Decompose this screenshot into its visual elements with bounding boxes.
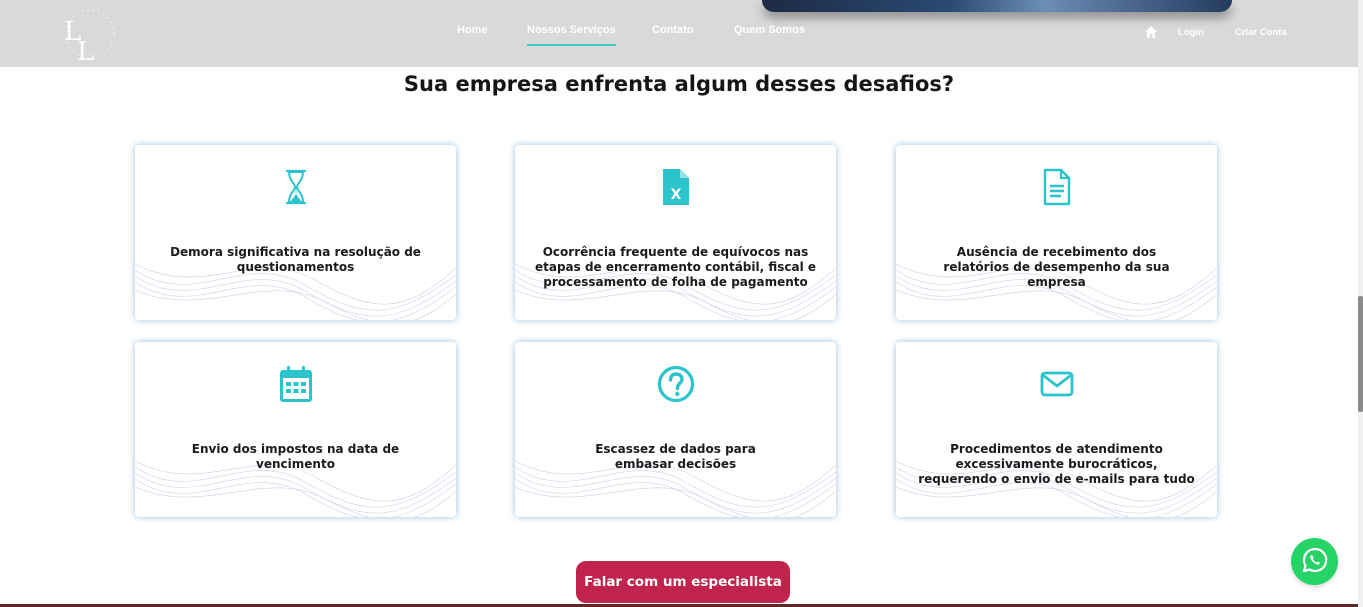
card-text: Ausência de recebimento dos relatórios d… <box>943 245 1170 289</box>
login-link[interactable]: Login <box>1178 27 1204 38</box>
top-navbar: L L Home Nossos Serviços Contato Quem So… <box>0 0 1358 67</box>
challenge-card: Escassez de dados para embasar decisões <box>515 342 836 517</box>
talk-to-specialist-button[interactable]: Falar com um especialista <box>576 561 790 603</box>
challenge-card: X Ocorrência frequente de equívocos nas … <box>515 145 836 320</box>
create-account-link[interactable]: Criar Conta <box>1235 27 1287 38</box>
document-icon <box>1037 167 1077 207</box>
svg-text:X: X <box>670 187 681 203</box>
challenge-card: Envio dos impostos na data de vencimento <box>135 342 456 517</box>
card-text: Ocorrência frequente de equívocos nas et… <box>534 245 817 289</box>
excel-file-icon: X <box>656 167 696 207</box>
nav-link-contact[interactable]: Contato <box>652 24 694 36</box>
whatsapp-button[interactable] <box>1291 538 1338 585</box>
card-text: Envio dos impostos na data de vencimento <box>191 442 400 471</box>
scrollbar-thumb[interactable] <box>1358 296 1363 412</box>
hero-image-edge <box>762 0 1232 12</box>
challenge-card: Ausência de recebimento dos relatórios d… <box>896 145 1217 320</box>
card-text: Procedimentos de atendimento excessivame… <box>918 442 1195 486</box>
svg-text:L: L <box>77 37 94 64</box>
question-circle-icon <box>656 364 696 404</box>
home-icon[interactable] <box>1144 24 1158 38</box>
nav-link-home[interactable]: Home <box>457 24 488 36</box>
nav-link-services[interactable]: Nossos Serviços <box>527 24 616 46</box>
card-text: Escassez de dados para embasar decisões <box>595 442 756 471</box>
envelope-icon <box>1037 364 1077 404</box>
hourglass-icon <box>276 167 316 207</box>
nav-link-about[interactable]: Quem Somos <box>734 24 805 36</box>
card-text: Demora significativa na resolução de que… <box>170 245 421 274</box>
company-logo[interactable]: L L <box>58 4 118 67</box>
calendar-icon <box>276 364 316 404</box>
whatsapp-icon <box>1301 546 1329 578</box>
challenge-card: Procedimentos de atendimento excessivame… <box>896 342 1217 517</box>
section-title: Sua empresa enfrenta algum desses desafi… <box>403 72 955 96</box>
challenge-card: Demora significativa na resolução de que… <box>135 145 456 320</box>
